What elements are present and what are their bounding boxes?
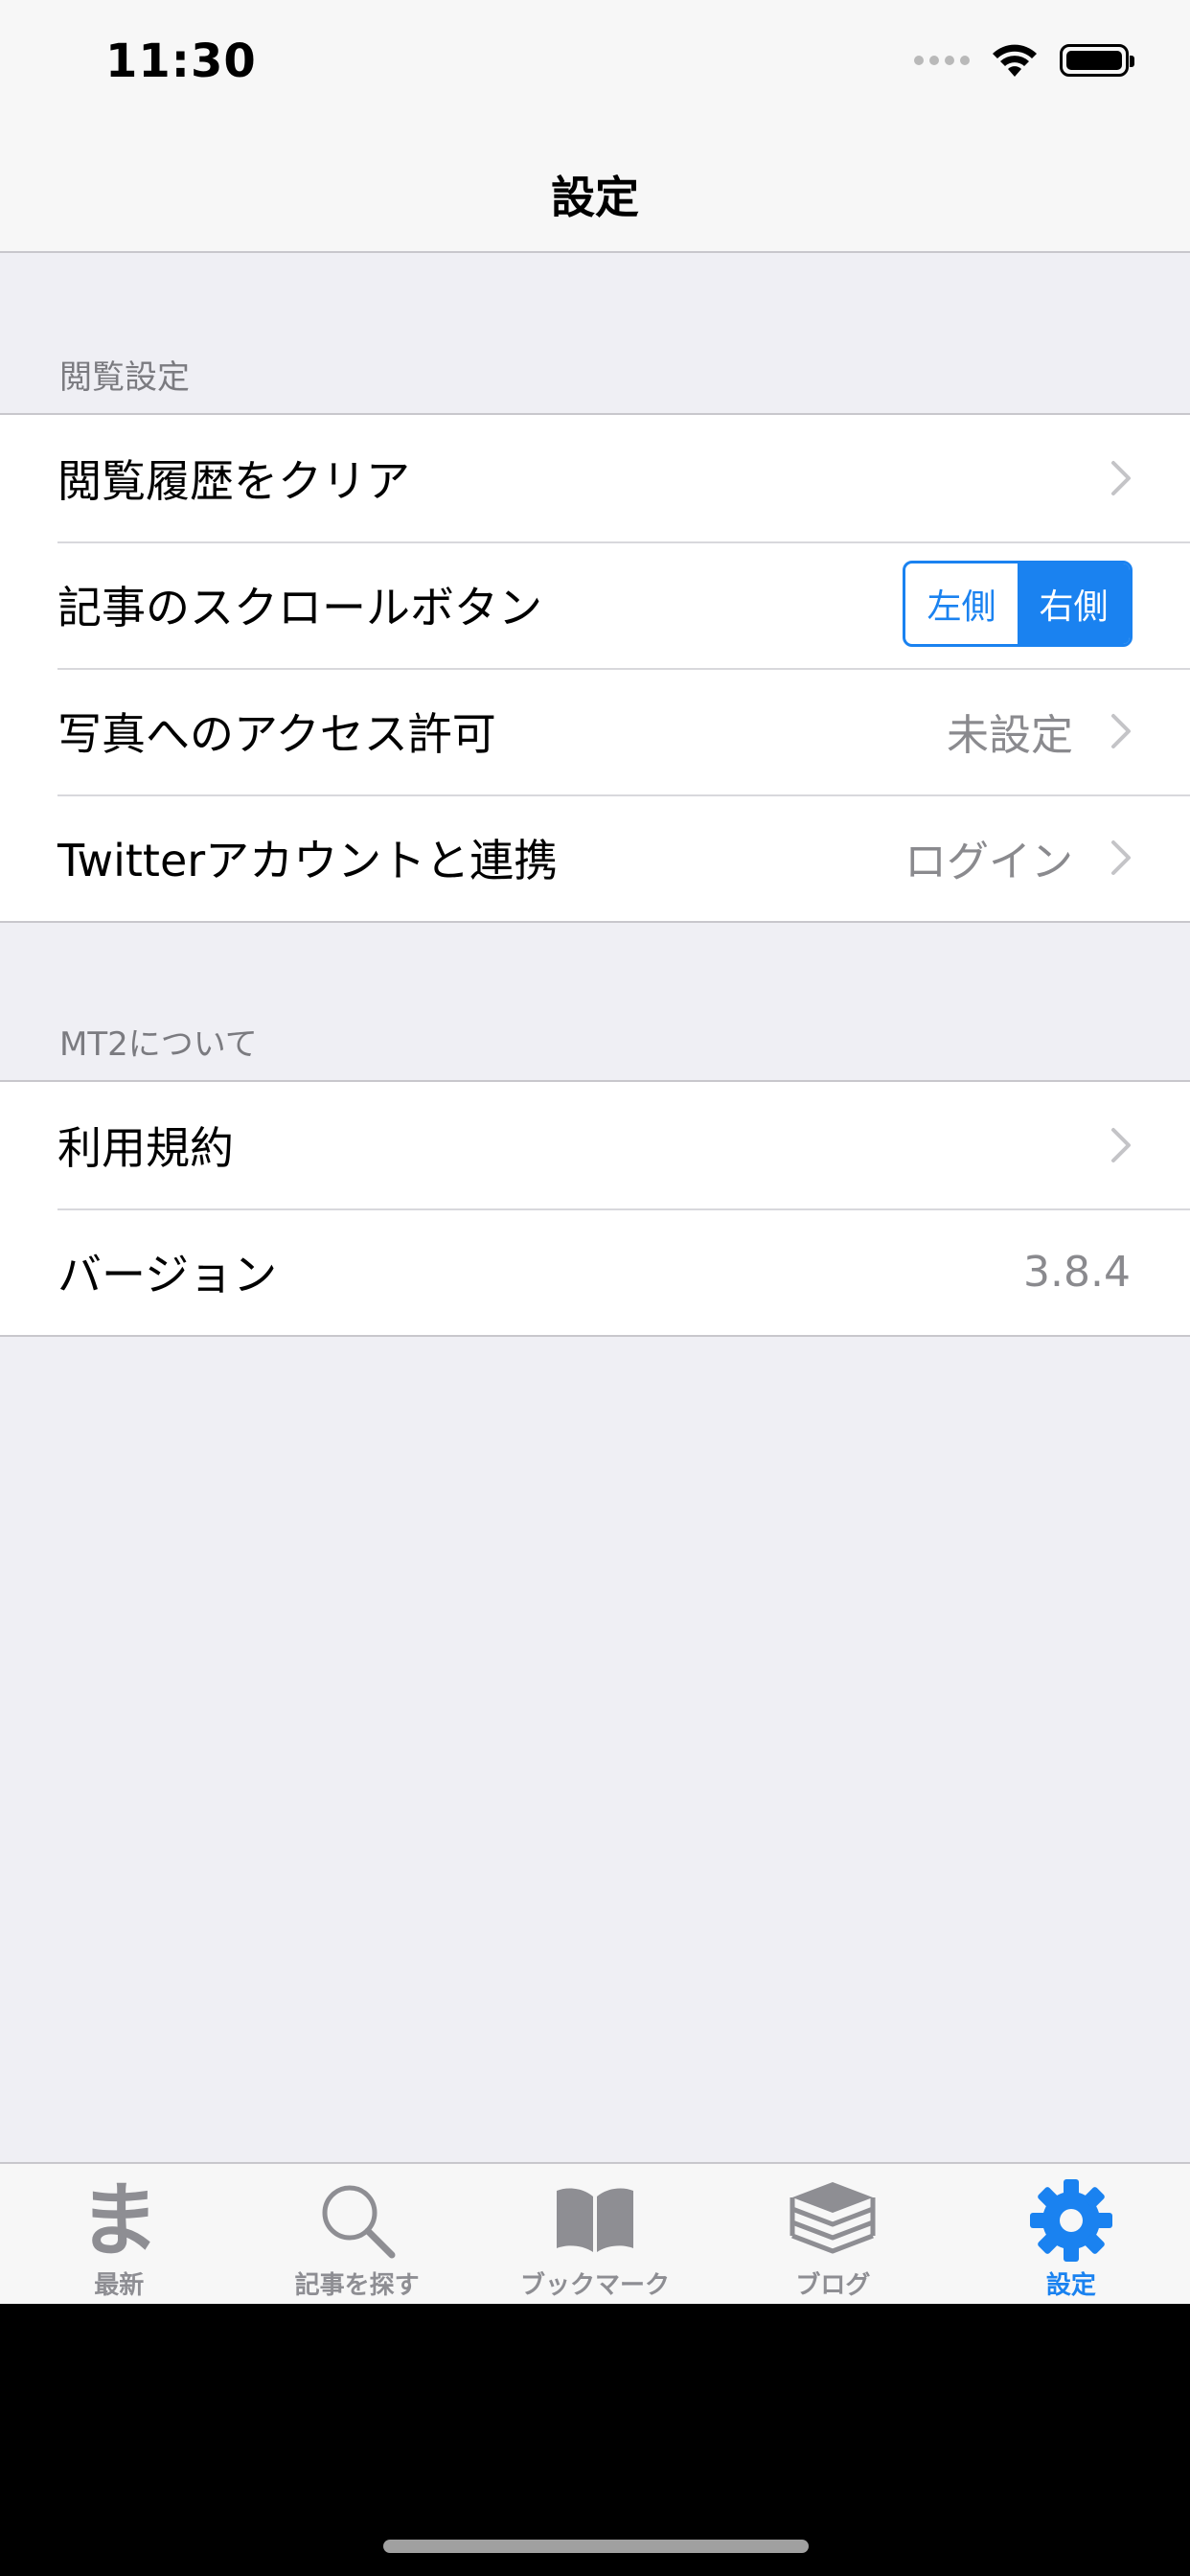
- scroll-button-label: 記事のスクロールボタン: [57, 582, 542, 633]
- version-value: 3.8.4: [1023, 1247, 1131, 1297]
- version-label: バージョン: [57, 1249, 278, 1300]
- status-bar: 11:30: [0, 0, 1190, 126]
- home-indicator[interactable]: [383, 2540, 809, 2553]
- scroll-side-segmented-control[interactable]: 左側 右側: [903, 561, 1133, 647]
- terms-label: 利用規約: [57, 1122, 234, 1174]
- tab-bar: ま 最新 記事を探す ブックマーク ブログ 設定: [0, 2162, 1190, 2304]
- twitter-link-row[interactable]: Twitterアカウントと連携 ログイン: [0, 794, 1190, 921]
- ma-logo-icon: ま: [79, 2174, 160, 2267]
- tab-latest[interactable]: ま 最新: [0, 2164, 238, 2304]
- navigation-bar: 設定: [0, 126, 1190, 253]
- clear-history-label: 閲覧履歴をクリア: [57, 455, 410, 507]
- tab-blog-label: ブログ: [795, 2271, 871, 2300]
- twitter-link-label: Twitterアカウントと連携: [57, 835, 559, 886]
- tab-latest-label: 最新: [94, 2271, 145, 2300]
- battery-icon: [1060, 44, 1134, 77]
- terms-row[interactable]: 利用規約: [0, 1082, 1190, 1208]
- version-row: バージョン 3.8.4: [0, 1208, 1190, 1335]
- chevron-right-icon: [1110, 459, 1133, 497]
- tab-bookmark-label: ブックマーク: [520, 2271, 671, 2300]
- tab-search[interactable]: 記事を探す: [238, 2164, 475, 2304]
- stack-icon: [789, 2179, 877, 2262]
- status-icons: [914, 42, 1134, 79]
- tab-bookmark[interactable]: ブックマーク: [476, 2164, 714, 2304]
- chevron-right-icon: [1110, 712, 1133, 750]
- clear-history-row[interactable]: 閲覧履歴をクリア: [0, 415, 1190, 541]
- bottom-safe-area: [0, 2304, 1190, 2576]
- photo-access-value: 未設定: [947, 711, 1073, 760]
- section-header-browsing: 閲覧設定: [59, 358, 190, 397]
- tab-settings-label: 設定: [1045, 2271, 1096, 2300]
- browsing-settings-group: 閲覧履歴をクリア 記事のスクロールボタン 左側 右側 写真へのアクセス許可 未設…: [0, 413, 1190, 923]
- page-title: 設定: [551, 172, 639, 223]
- photo-access-label: 写真へのアクセス許可: [57, 708, 496, 760]
- chevron-right-icon: [1110, 839, 1133, 877]
- segment-left[interactable]: 左側: [905, 564, 1018, 644]
- section-header-about: MT2について: [59, 1025, 258, 1064]
- book-icon: [551, 2179, 639, 2262]
- tab-search-label: 記事を探す: [294, 2271, 420, 2300]
- segment-right[interactable]: 右側: [1018, 564, 1130, 644]
- wifi-icon: [993, 44, 1037, 77]
- tab-blog[interactable]: ブログ: [714, 2164, 951, 2304]
- status-time: 11:30: [105, 34, 257, 88]
- search-icon: [313, 2179, 401, 2262]
- scroll-button-row: 記事のスクロールボタン 左側 右側: [0, 541, 1190, 668]
- twitter-login-value: ログイン: [904, 838, 1073, 886]
- about-group: 利用規約 バージョン 3.8.4: [0, 1080, 1190, 1337]
- cellular-signal-icon: [914, 56, 970, 65]
- photo-access-row[interactable]: 写真へのアクセス許可 未設定: [0, 668, 1190, 794]
- chevron-right-icon: [1110, 1126, 1133, 1164]
- tab-settings[interactable]: 設定: [952, 2164, 1190, 2304]
- gear-icon: [1027, 2179, 1115, 2262]
